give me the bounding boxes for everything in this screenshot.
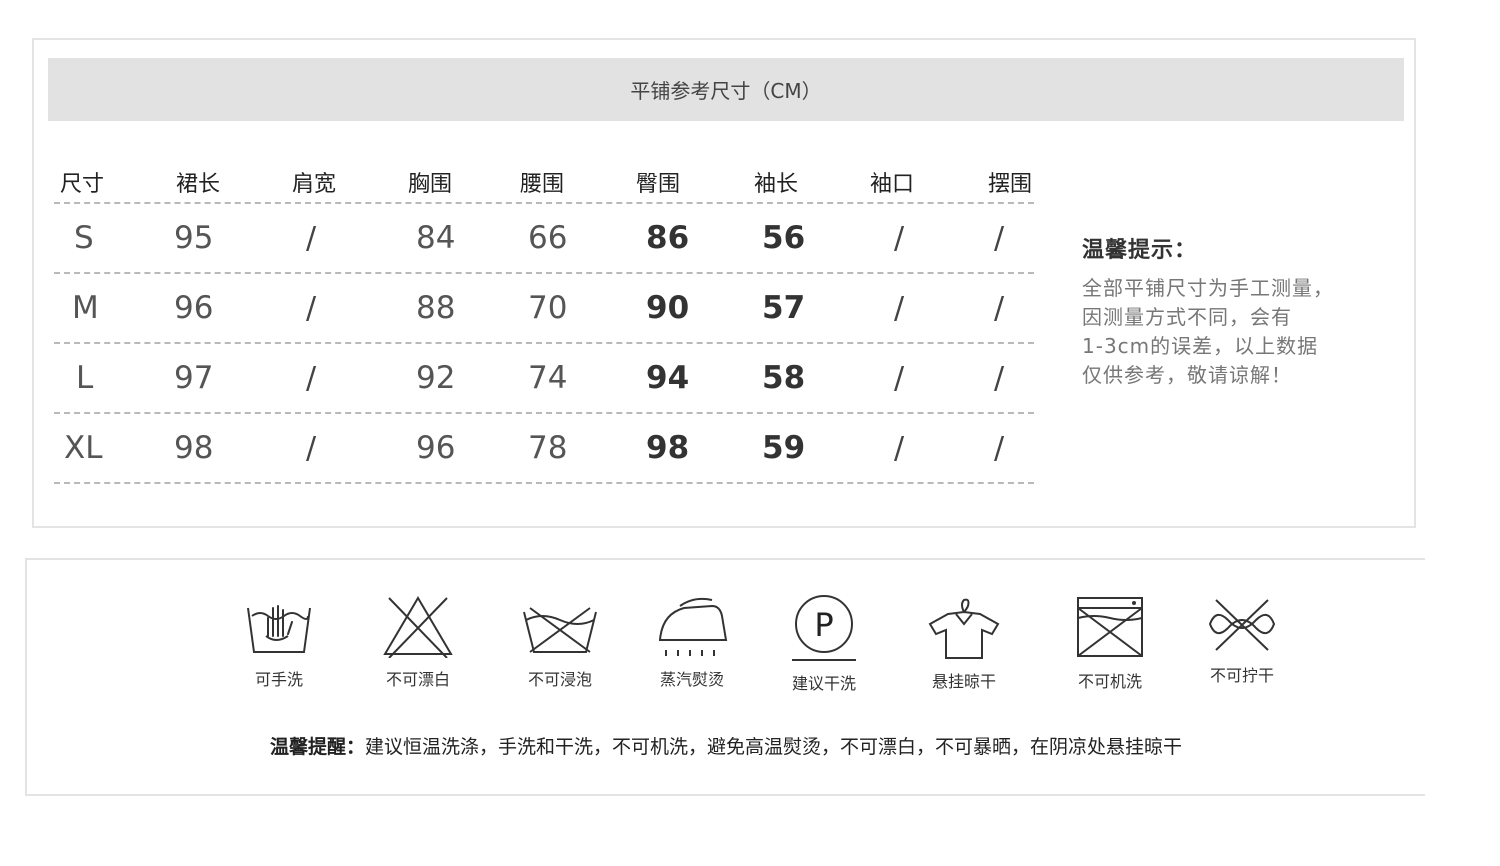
cell-waist: 70 <box>528 290 568 326</box>
cell-hip: 94 <box>646 360 690 396</box>
no-wring-icon <box>1208 599 1276 651</box>
hand-wash-icon <box>247 605 311 653</box>
hang-dry-icon <box>928 598 1000 659</box>
care-label: 蒸汽熨烫 <box>659 670 724 689</box>
cell-bust: 96 <box>416 430 456 466</box>
header-cell-bust: 胸围 <box>408 172 453 197</box>
cell-size: XL <box>64 430 103 466</box>
cell-length: 97 <box>174 360 214 396</box>
header-cell-hip: 臀围 <box>636 172 681 197</box>
care-item-no-bleach: 不可漂白 <box>363 594 473 690</box>
cell-length: 96 <box>174 290 214 326</box>
cell-cuff: / <box>894 220 905 256</box>
header-cell-cuff: 袖口 <box>870 172 915 197</box>
cell-cuff: / <box>894 360 905 396</box>
cell-hip: 98 <box>646 430 690 466</box>
no-bleach-icon <box>383 596 453 658</box>
care-item-no-soak: 不可浸泡 <box>505 594 615 690</box>
cell-hem: / <box>994 290 1005 326</box>
tip-line: 因测量方式不同，会有 <box>1082 305 1292 329</box>
cell-bust: 84 <box>416 220 456 256</box>
cell-size: L <box>76 360 94 396</box>
cell-hip: 90 <box>646 290 690 326</box>
cell-shoulder: / <box>306 360 317 396</box>
cell-sleeve: 59 <box>762 430 806 466</box>
cell-hip: 86 <box>646 220 690 256</box>
cell-length: 95 <box>174 220 214 256</box>
size-chart-title: 平铺参考尺寸（CM） <box>48 58 1404 121</box>
tip-box: 温馨提示： 全部平铺尺寸为手工测量， 因测量方式不同，会有 1-3cm的误差，以… <box>1082 232 1402 390</box>
care-label: 不可机洗 <box>1077 672 1142 691</box>
cell-waist: 74 <box>528 360 568 396</box>
cell-shoulder: / <box>306 290 317 326</box>
care-item-dry-clean: P 建议干洗 <box>769 594 879 694</box>
dry-clean-p-icon: P <box>792 595 856 661</box>
care-note-label: 温馨提醒： <box>269 736 365 758</box>
cell-length: 98 <box>174 430 214 466</box>
no-machine-wash-icon <box>1077 597 1143 657</box>
care-item-no-machine-wash: 不可机洗 <box>1055 594 1165 692</box>
cell-hem: / <box>994 220 1005 256</box>
care-label: 悬挂晾干 <box>931 672 996 691</box>
table-row: XL 98 / 96 78 98 59 / / <box>54 414 1034 484</box>
cell-shoulder: / <box>306 430 317 466</box>
header-cell-hem: 摆围 <box>988 172 1033 197</box>
tip-line: 1-3cm的误差，以上数据 <box>1082 334 1319 358</box>
tip-title: 温馨提示： <box>1082 238 1198 263</box>
care-label: 可手洗 <box>254 670 303 689</box>
cell-cuff: / <box>894 290 905 326</box>
cell-shoulder: / <box>306 220 317 256</box>
cell-waist: 66 <box>528 220 568 256</box>
care-item-no-wring: 不可拧干 <box>1187 594 1297 686</box>
header-cell-sleeve: 袖长 <box>754 172 799 197</box>
care-label: 不可拧干 <box>1209 666 1274 685</box>
table-row: M 96 / 88 70 90 57 / / <box>54 274 1034 344</box>
tip-body: 全部平铺尺寸为手工测量， 因测量方式不同，会有 1-3cm的误差，以上数据 仅供… <box>1082 274 1402 390</box>
size-chart-panel: 平铺参考尺寸（CM） 尺寸 裙长 肩宽 胸围 腰围 臀围 袖长 袖口 摆围 S … <box>32 38 1416 528</box>
cell-hem: / <box>994 430 1005 466</box>
header-cell-length: 裙长 <box>176 172 221 197</box>
cell-bust: 88 <box>416 290 456 326</box>
size-table: 尺寸 裙长 肩宽 胸围 腰围 臀围 袖长 袖口 摆围 S 95 / 84 66 … <box>54 160 1034 484</box>
cell-waist: 78 <box>528 430 568 466</box>
cell-sleeve: 57 <box>762 290 806 326</box>
header-cell-waist: 腰围 <box>520 172 565 197</box>
header-cell-size: 尺寸 <box>60 172 105 197</box>
cell-size: S <box>74 220 94 256</box>
cell-bust: 92 <box>416 360 456 396</box>
cell-cuff: / <box>894 430 905 466</box>
care-item-hang-dry: 悬挂晾干 <box>909 594 1019 692</box>
care-label: 不可漂白 <box>385 670 450 689</box>
care-note-text: 建议恒温洗涤，手洗和干洗，不可机洗，避免高温熨烫，不可漂白，不可暴晒，在阴凉处悬… <box>365 736 1183 758</box>
table-row: S 95 / 84 66 86 56 / / <box>54 204 1034 274</box>
steam-iron-icon <box>658 597 728 656</box>
cell-size: M <box>72 290 99 326</box>
header-cell-shoulder: 肩宽 <box>292 172 337 197</box>
tip-line: 仅供参考，敬请谅解！ <box>1082 363 1292 387</box>
care-label: 建议干洗 <box>791 674 856 693</box>
care-label: 不可浸泡 <box>527 670 592 689</box>
cell-sleeve: 58 <box>762 360 806 396</box>
svg-text:P: P <box>814 606 833 644</box>
table-row: L 97 / 92 74 94 58 / / <box>54 344 1034 414</box>
care-note: 温馨提醒：建议恒温洗涤，手洗和干洗，不可机洗，避免高温熨烫，不可漂白，不可暴晒，… <box>27 732 1425 759</box>
care-item-hand-wash: 可手洗 <box>224 594 334 690</box>
table-header-row: 尺寸 裙长 肩宽 胸围 腰围 臀围 袖长 袖口 摆围 <box>54 160 1034 204</box>
care-panel: 可手洗 不可漂白 不可浸泡 蒸汽熨烫 P 建议干洗 悬挂晾干 不可机洗 不可拧干… <box>25 558 1425 796</box>
care-item-steam-iron: 蒸汽熨烫 <box>637 594 747 690</box>
cell-hem: / <box>994 360 1005 396</box>
no-soak-icon <box>523 607 597 653</box>
tip-line: 全部平铺尺寸为手工测量， <box>1082 276 1334 300</box>
cell-sleeve: 56 <box>762 220 806 256</box>
